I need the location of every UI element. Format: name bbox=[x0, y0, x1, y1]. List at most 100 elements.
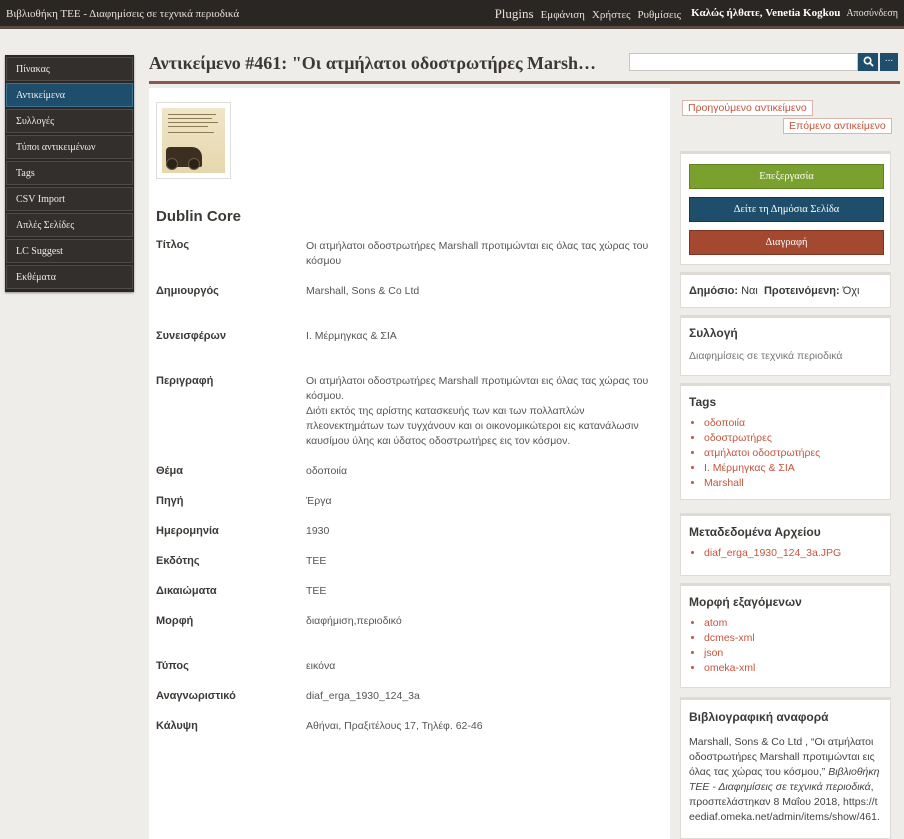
citation-heading: Βιβλιογραφική αναφορά bbox=[689, 710, 829, 724]
nav-appearance[interactable]: Εμφάνιση bbox=[541, 9, 585, 21]
file-metadata-heading: Μεταδεδομένα Αρχείου bbox=[689, 525, 821, 539]
sidebar-item-collections[interactable]: Συλλογές bbox=[6, 109, 133, 133]
field-label-identifier: Αναγνωριστικό bbox=[156, 690, 236, 702]
sidebar-item-lc-suggest[interactable]: LC Suggest bbox=[6, 239, 133, 263]
field-label-rights: Δικαιώματα bbox=[156, 585, 217, 597]
title-rest: : "Οι ατμήλατοι οδοστρωτήρες Marsh… bbox=[281, 53, 597, 73]
user-area: Καλώς ήλθατε, Venetia Kogkou Αποσύνδεση bbox=[691, 7, 898, 19]
field-value-contributor: Ι. Μέρμηγκας & ΣΙΑ bbox=[306, 330, 397, 342]
field-label-subject: Θέμα bbox=[156, 465, 184, 477]
field-label-coverage: Κάλυψη bbox=[156, 720, 198, 732]
actions-panel: Επεξεργασία Δείτε τη Δημόσια Σελίδα Διαγ… bbox=[680, 151, 891, 265]
sidebar-item-tags[interactable]: Tags bbox=[6, 161, 133, 185]
top-bar: Βιβλιοθήκη ΤΕΕ - Διαφημίσεις σε τεχνικά … bbox=[0, 0, 904, 29]
delete-button[interactable]: Διαγραφή bbox=[689, 230, 884, 255]
search-button[interactable] bbox=[858, 53, 878, 71]
tag-link[interactable]: Ι. Μέρμηγκας & ΣΙΑ bbox=[704, 461, 882, 476]
nav-users[interactable]: Χρήστες bbox=[592, 9, 631, 21]
public-value: Ναι bbox=[741, 285, 758, 297]
file-metadata-panel: Μεταδεδομένα Αρχείου diaf_erga_1930_124_… bbox=[680, 513, 891, 576]
output-format-link[interactable]: dcmes-xml bbox=[704, 631, 882, 646]
featured-label: Προτεινόμενη: bbox=[763, 285, 840, 297]
output-format-link[interactable]: atom bbox=[704, 616, 882, 631]
site-title-link[interactable]: Βιβλιοθήκη ΤΕΕ - Διαφημίσεις σε τεχνικά … bbox=[6, 8, 239, 20]
sidebar-item-dashboard[interactable]: Πίνακας bbox=[6, 57, 133, 81]
output-formats-heading: Μορφή εξαγόμενων bbox=[689, 595, 802, 609]
field-label-description: Περιγραφή bbox=[156, 375, 214, 387]
sidebar-item-simple-pages[interactable]: Απλές Σελίδες bbox=[6, 213, 133, 237]
field-label-type: Τύπος bbox=[156, 660, 189, 672]
tag-link[interactable]: Marshall bbox=[704, 476, 882, 491]
tags-list: οδοποιία οδοστρωτήρες ατμήλατοι οδοστρωτ… bbox=[689, 416, 882, 491]
item-image bbox=[162, 108, 225, 173]
field-label-creator: Δημιουργός bbox=[156, 285, 219, 297]
output-format-link[interactable]: json bbox=[704, 646, 882, 661]
output-formats-panel: Μορφή εξαγόμενων atom dcmes-xml json ome… bbox=[680, 583, 891, 688]
field-value-creator: Marshall, Sons & Co Ltd bbox=[306, 285, 420, 297]
citation-panel: Βιβλιογραφική αναφορά Marshall, Sons & C… bbox=[680, 697, 891, 839]
output-formats-list: atom dcmes-xml json omeka-xml bbox=[689, 616, 882, 676]
advanced-search-button[interactable]: ... bbox=[880, 53, 898, 71]
field-label-date: Ημερομηνία bbox=[156, 525, 219, 537]
edit-button[interactable]: Επεξεργασία bbox=[689, 164, 884, 189]
sidebar-nav: Πίνακας Αντικείμενα Συλλογές Τύποι αντικ… bbox=[5, 55, 134, 292]
top-nav: Plugins Εμφάνιση Χρήστες Ρυθμίσεις bbox=[495, 6, 681, 22]
previous-item-button[interactable]: Προηγούμενο αντικείμενο bbox=[682, 100, 813, 116]
collection-value: Διαφημίσεις σε τεχνικά περιοδικά bbox=[689, 350, 843, 362]
collection-panel: Συλλογή Διαφημίσεις σε τεχνικά περιοδικά bbox=[680, 315, 891, 376]
search-icon bbox=[863, 56, 874, 67]
featured-value: Όχι bbox=[842, 285, 860, 297]
file-link[interactable]: diaf_erga_1930_124_3a.JPG bbox=[704, 546, 882, 561]
public-featured-panel: Δημόσιο: Ναι Προτεινόμενη: Όχι bbox=[680, 272, 891, 308]
tags-panel: Tags οδοποιία οδοστρωτήρες ατμήλατοι οδο… bbox=[680, 383, 891, 500]
thumb-text-line bbox=[168, 122, 218, 123]
citation-text: Marshall, Sons & Co Ltd , “Οι ατμήλατοι … bbox=[689, 735, 882, 825]
field-value-publisher: ΤΕΕ bbox=[306, 555, 327, 567]
sidebar-item-exhibits[interactable]: Εκθέματα bbox=[6, 265, 133, 289]
next-item-button[interactable]: Επόμενο αντικείμενο bbox=[783, 118, 892, 134]
output-format-link[interactable]: omeka-xml bbox=[704, 661, 882, 676]
tag-link[interactable]: οδοποιία bbox=[704, 416, 882, 431]
search-input[interactable] bbox=[629, 53, 858, 71]
welcome-user-link[interactable]: Καλώς ήλθατε, Venetia Kogkou bbox=[691, 7, 840, 19]
field-label-publisher: Εκδότης bbox=[156, 555, 200, 567]
item-thumbnail[interactable] bbox=[156, 102, 231, 179]
sidebar-item-items[interactable]: Αντικείμενα bbox=[6, 83, 133, 107]
title-prefix: Αντικείμενο bbox=[149, 53, 246, 73]
sidebar-item-csv-import[interactable]: CSV Import bbox=[6, 187, 133, 211]
field-value-title: Οι ατμήλατοι οδοστρωτήρες Marshall προτι… bbox=[306, 240, 649, 267]
tag-link[interactable]: οδοστρωτήρες bbox=[704, 431, 882, 446]
nav-plugins[interactable]: Plugins bbox=[495, 6, 534, 22]
view-public-page-button[interactable]: Δείτε τη Δημόσια Σελίδα bbox=[689, 197, 884, 222]
thumb-roller-wheel bbox=[188, 158, 200, 170]
title-number: #461 bbox=[245, 53, 282, 73]
field-value-source: Έργα bbox=[306, 495, 332, 507]
nav-settings[interactable]: Ρυθμίσεις bbox=[637, 9, 681, 21]
field-label-source: Πηγή bbox=[156, 495, 184, 507]
field-label-contributor: Συνεισφέρων bbox=[156, 330, 226, 342]
field-value-type: εικόνα bbox=[306, 660, 336, 672]
collection-heading: Συλλογή bbox=[689, 326, 738, 340]
thumb-text-line bbox=[168, 118, 212, 119]
logout-link[interactable]: Αποσύνδεση bbox=[846, 8, 898, 19]
title-divider bbox=[149, 81, 900, 84]
dublin-core-heading: Dublin Core bbox=[156, 208, 241, 225]
field-value-rights: ΤΕΕ bbox=[306, 585, 327, 597]
field-label-format: Μορφή bbox=[156, 615, 194, 627]
item-main-content: Dublin Core Τίτλος Οι ατμήλατοι οδοστρωτ… bbox=[149, 88, 670, 839]
thumb-roller-wheel bbox=[166, 158, 178, 170]
thumb-text-line bbox=[168, 126, 208, 127]
tag-link[interactable]: ατμήλατοι οδοστρωτήρες bbox=[704, 446, 882, 461]
tags-heading: Tags bbox=[689, 395, 717, 409]
thumb-text-line bbox=[168, 114, 216, 115]
field-value-date: 1930 bbox=[306, 525, 330, 537]
field-value-subject: οδοποιία bbox=[306, 465, 348, 477]
field-label-title: Τίτλος bbox=[156, 239, 190, 251]
sidebar-item-item-types[interactable]: Τύποι αντικειμένων bbox=[6, 135, 133, 159]
field-value-format: διαφήμιση,περιοδικό bbox=[306, 615, 402, 627]
field-value-coverage: Αθήναι, Πραξιτέλους 17, Τηλέφ. 62-46 bbox=[306, 720, 483, 732]
thumb-text-line bbox=[168, 132, 214, 133]
public-label: Δημόσιο: bbox=[689, 285, 739, 297]
field-value-description: Οι ατμήλατοι οδοστρωτήρες Marshall προτι… bbox=[306, 375, 649, 447]
field-value-identifier: diaf_erga_1930_124_3a bbox=[306, 690, 420, 702]
